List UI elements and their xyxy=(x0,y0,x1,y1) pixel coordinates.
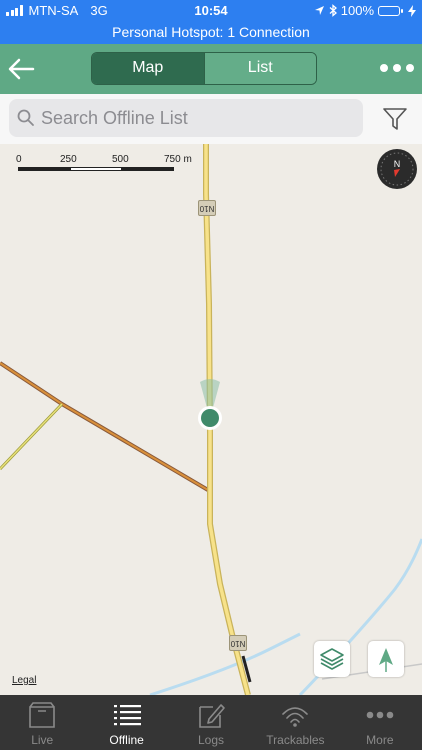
stream-line xyxy=(149,632,301,695)
svg-text:N: N xyxy=(394,159,401,169)
compass-button[interactable]: N xyxy=(376,148,418,190)
more-dots-icon xyxy=(380,64,388,72)
view-segmented-control: Map List xyxy=(91,52,317,85)
tab-logs[interactable]: Logs xyxy=(169,695,253,750)
compass-icon: N xyxy=(377,149,417,189)
back-arrow-icon xyxy=(8,58,35,80)
tab-offline[interactable]: Offline xyxy=(84,695,168,750)
list-icon xyxy=(113,705,141,726)
hotspot-banner[interactable]: Personal Hotspot: 1 Connection xyxy=(0,22,422,44)
bottom-tab-bar: Live Offline Logs Trackables More xyxy=(0,695,422,750)
tab-label: Logs xyxy=(198,733,225,747)
battery-percent: 100% xyxy=(340,3,374,18)
scale-label: 250 xyxy=(60,154,77,165)
tab-label: Trackables xyxy=(266,733,325,747)
search-icon xyxy=(17,109,34,126)
search-bar xyxy=(0,94,422,144)
tab-label: Live xyxy=(31,733,54,747)
location-arrow-icon xyxy=(314,6,324,15)
layers-button[interactable] xyxy=(314,641,350,677)
tab-more[interactable]: More xyxy=(338,695,422,750)
navigation-arrow-icon xyxy=(379,648,393,672)
status-right: 100% xyxy=(314,3,416,18)
current-location-dot xyxy=(201,409,219,427)
filter-icon xyxy=(383,108,407,130)
pencil-icon xyxy=(199,704,225,728)
road-label-n10: N10 xyxy=(198,200,216,216)
map-scale-bar: 0 250 500 750 m xyxy=(16,154,206,174)
scale-label: 0 xyxy=(16,154,22,165)
scale-label: 750 m xyxy=(164,154,192,165)
filter-button[interactable] xyxy=(382,106,408,132)
tab-label: Offline xyxy=(109,733,144,747)
app-header: Map List xyxy=(0,44,422,94)
box-icon xyxy=(29,702,56,728)
tab-live[interactable]: Live xyxy=(0,695,84,750)
battery-icon xyxy=(378,5,403,16)
tab-list[interactable]: List xyxy=(203,53,316,84)
bluetooth-icon xyxy=(329,4,337,17)
secondary-road xyxy=(0,403,63,470)
search-box xyxy=(9,99,363,137)
tab-map[interactable]: Map xyxy=(92,53,204,84)
wifi-signal-icon xyxy=(282,707,309,727)
locate-button[interactable] xyxy=(368,641,404,677)
more-dots-icon xyxy=(366,711,394,719)
more-options-button[interactable] xyxy=(380,58,414,78)
search-input[interactable] xyxy=(41,99,351,137)
map-view[interactable]: N10 N10 0 250 500 750 m N Legal xyxy=(0,144,422,695)
tab-label: More xyxy=(366,733,394,747)
map-canvas[interactable] xyxy=(0,144,422,695)
layers-icon xyxy=(320,648,344,670)
back-button[interactable] xyxy=(6,54,38,84)
tab-trackables[interactable]: Trackables xyxy=(253,695,337,750)
charging-icon xyxy=(408,4,416,17)
legal-link[interactable]: Legal xyxy=(12,675,36,686)
scale-label: 500 xyxy=(112,154,129,165)
status-bar: MTN-SA 3G 10:54 100% xyxy=(0,0,422,22)
road-label-n10: N10 xyxy=(229,635,247,651)
